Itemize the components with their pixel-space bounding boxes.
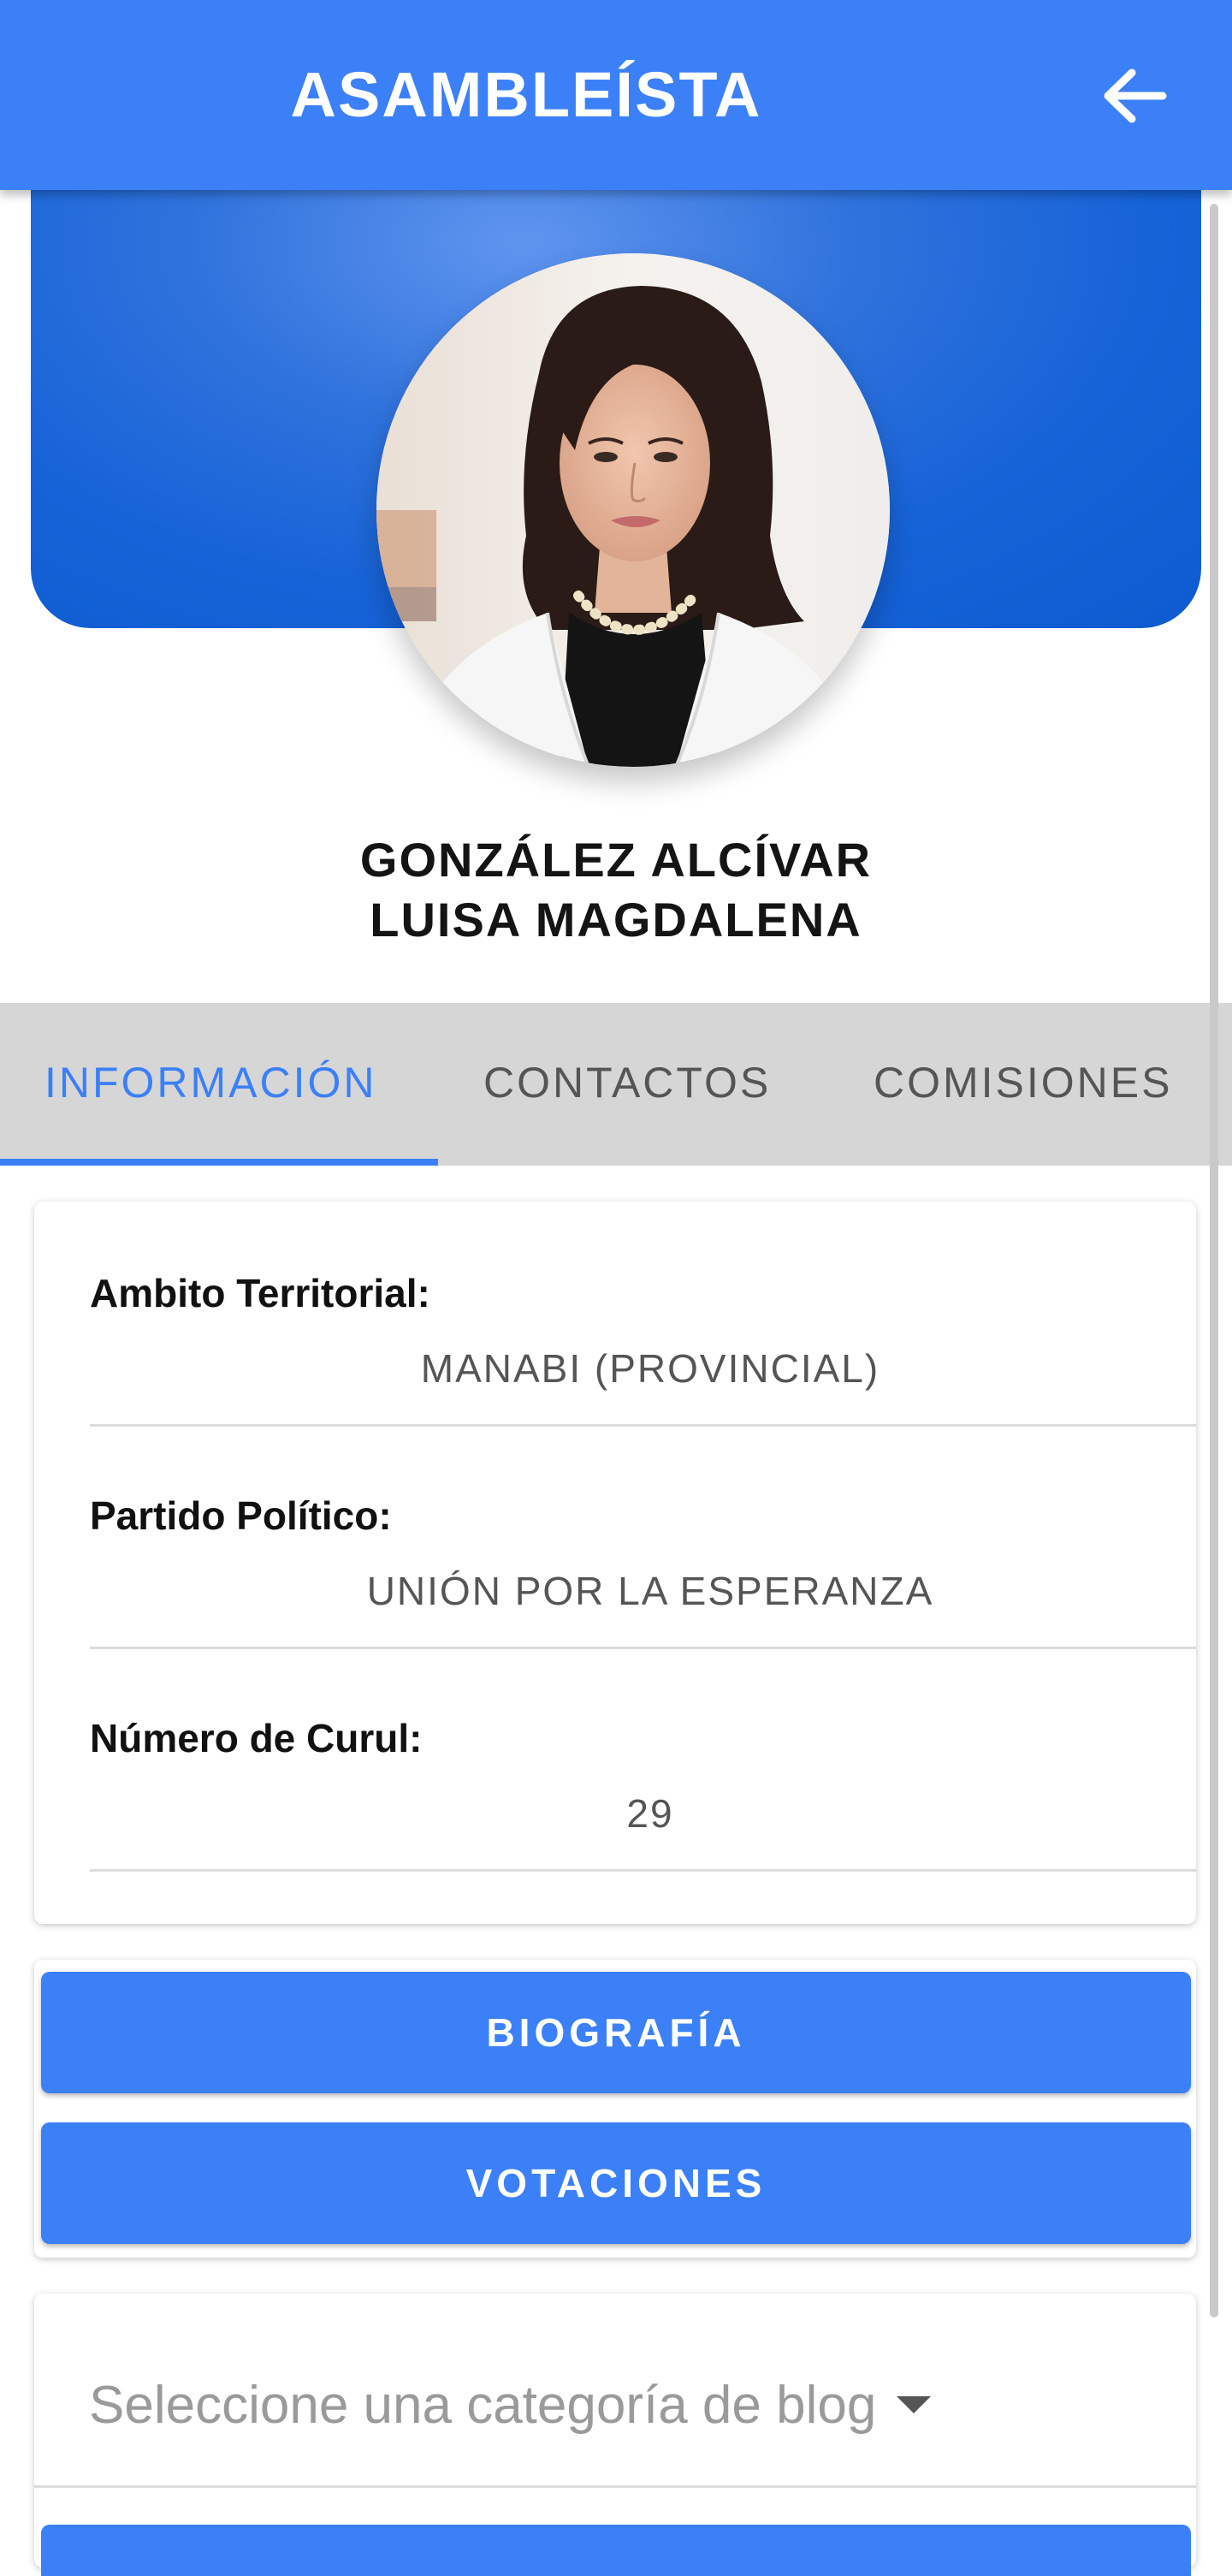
back-button[interactable]: [1087, 53, 1181, 139]
tab-bar: INFORMACIÓN CONTACTOS COMISIONES: [0, 1003, 1232, 1166]
tab-informacion[interactable]: INFORMACIÓN: [44, 1003, 377, 1166]
tab-contactos[interactable]: CONTACTOS: [483, 1003, 771, 1166]
blog-category-select[interactable]: Seleccione una categoría de blog: [89, 2353, 1030, 2456]
blog-action-button[interactable]: [41, 2525, 1191, 2576]
blog-category-card: Seleccione una categoría de blog: [34, 2294, 1196, 2576]
dropdown-caret-icon: [897, 2396, 932, 2413]
info-card: Ambito Territorial: MANABI (PROVINCIAL) …: [34, 1202, 1196, 1924]
info-item-ambito: Ambito Territorial: MANABI (PROVINCIAL): [90, 1202, 1196, 1427]
person-name-line2: LUISA MAGDALENA: [370, 893, 862, 947]
arrow-left-icon: [1104, 68, 1167, 123]
active-tab-indicator: [0, 1159, 438, 1166]
info-item-curul: Número de Curul: 29: [90, 1647, 1196, 1872]
avatar: [376, 253, 890, 767]
actions-card: BIOGRAFÍA VOTACIONES: [34, 1960, 1196, 2258]
info-label: Número de Curul:: [90, 1716, 423, 1760]
person-name-line1: GONZÁLEZ ALCÍVAR: [359, 833, 873, 887]
page-title: ASAMBLEÍSTA: [290, 59, 762, 130]
info-label: Partido Político:: [90, 1493, 392, 1538]
info-value: MANABI (PROVINCIAL): [420, 1346, 880, 1391]
votes-button[interactable]: VOTACIONES: [41, 2122, 1191, 2244]
tab-comisiones[interactable]: COMISIONES: [874, 1003, 1172, 1166]
info-label: Ambito Territorial:: [90, 1271, 430, 1315]
scrollbar[interactable]: [1210, 204, 1218, 2318]
info-item-partido: Partido Político: UNIÓN POR LA ESPERANZA: [90, 1424, 1196, 1649]
biography-button[interactable]: BIOGRAFÍA: [41, 1972, 1191, 2093]
divider: [34, 2485, 1196, 2488]
info-value: UNIÓN POR LA ESPERANZA: [366, 1569, 934, 1613]
info-value: 29: [626, 1791, 674, 1836]
profile-photo: [376, 253, 890, 767]
app-bar: ASAMBLEÍSTA: [0, 0, 1232, 190]
person-name: GONZÁLEZ ALCÍVAR LUISA MAGDALENA: [0, 830, 1232, 950]
blog-category-placeholder: Seleccione una categoría de blog: [89, 2375, 877, 2435]
